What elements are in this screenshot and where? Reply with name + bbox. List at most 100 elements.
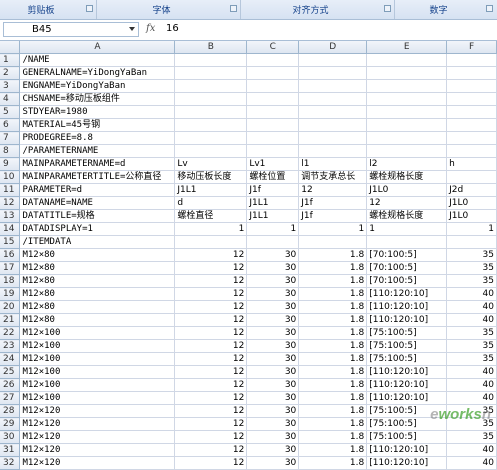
row-header[interactable]: 14 (0, 222, 21, 236)
cell-d[interactable] (298, 144, 368, 158)
cell-a[interactable]: M12×100 (19, 352, 176, 366)
cell-f[interactable]: 35 (446, 339, 497, 353)
cell-b[interactable]: 12 (174, 352, 248, 366)
row-header[interactable]: 28 (0, 404, 21, 418)
row-header[interactable]: 31 (0, 443, 21, 457)
cell-e[interactable]: [110:120:10] (366, 456, 448, 470)
cell-f[interactable]: 40 (446, 365, 497, 379)
cell-c[interactable] (246, 235, 300, 249)
cell-a[interactable]: M12×100 (19, 339, 176, 353)
cell-e[interactable]: [70:100:5] (366, 248, 448, 262)
column-header-b[interactable]: B (174, 41, 248, 54)
row-header[interactable]: 4 (0, 92, 21, 106)
cell-f[interactable] (446, 170, 497, 184)
cell-f[interactable] (446, 79, 497, 93)
cell-c[interactable]: 30 (246, 287, 300, 301)
row-header[interactable]: 22 (0, 326, 21, 340)
cell-e[interactable]: 螺栓规格长度 (366, 170, 448, 184)
cell-f[interactable] (446, 66, 497, 80)
formula-input[interactable]: 16 (166, 23, 179, 34)
cell-a[interactable]: M12×80 (19, 248, 176, 262)
row-header[interactable]: 5 (0, 105, 21, 119)
cell-c[interactable] (246, 53, 300, 67)
cell-d[interactable]: 1.8 (298, 456, 368, 470)
cell-d[interactable]: 1.8 (298, 365, 368, 379)
row-header[interactable]: 25 (0, 365, 21, 379)
cell-d[interactable]: J1f (298, 196, 368, 210)
cell-a[interactable]: M12×100 (19, 391, 176, 405)
cell-d[interactable]: 1.8 (298, 443, 368, 457)
cell-c[interactable]: 30 (246, 391, 300, 405)
cell-c[interactable]: J1f (246, 183, 300, 197)
cell-b[interactable]: 12 (174, 404, 248, 418)
cell-c[interactable] (246, 131, 300, 145)
cell-f[interactable]: 40 (446, 287, 497, 301)
cell-b[interactable] (174, 118, 248, 132)
cell-a[interactable]: GENERALNAME=YiDongYaBan (19, 66, 176, 80)
cell-f[interactable]: J1L0 (446, 209, 497, 223)
cell-d[interactable] (298, 131, 368, 145)
cell-d[interactable]: 1 (298, 222, 368, 236)
name-box[interactable]: B45 (3, 22, 139, 37)
cell-d[interactable] (298, 235, 368, 249)
ribbon-group-font[interactable]: 字体 (97, 0, 241, 19)
cell-e[interactable] (366, 131, 448, 145)
cell-a[interactable]: M12×80 (19, 261, 176, 275)
cell-a[interactable]: M12×120 (19, 430, 176, 444)
cell-f[interactable]: 40 (446, 391, 497, 405)
cell-a[interactable]: M12×120 (19, 404, 176, 418)
function-icon[interactable]: fx (146, 23, 155, 34)
cell-b[interactable] (174, 66, 248, 80)
cell-b[interactable]: 螺栓直径 (174, 209, 248, 223)
cell-b[interactable]: 12 (174, 456, 248, 470)
cell-b[interactable]: 12 (174, 261, 248, 275)
column-header-a[interactable]: A (19, 41, 176, 54)
cell-d[interactable]: 1.8 (298, 417, 368, 431)
cell-b[interactable]: 12 (174, 248, 248, 262)
cell-f[interactable]: 40 (446, 456, 497, 470)
cell-b[interactable] (174, 235, 248, 249)
cell-e[interactable]: [110:120:10] (366, 443, 448, 457)
cell-e[interactable] (366, 79, 448, 93)
cell-e[interactable]: J1L0 (366, 183, 448, 197)
cell-f[interactable]: 35 (446, 261, 497, 275)
cell-f[interactable] (446, 235, 497, 249)
cell-c[interactable]: 30 (246, 404, 300, 418)
cell-d[interactable]: 1.8 (298, 300, 368, 314)
cell-a[interactable]: PRODEGREE=8.8 (19, 131, 176, 145)
cell-c[interactable]: 30 (246, 300, 300, 314)
cell-d[interactable]: 1.8 (298, 391, 368, 405)
cell-f[interactable]: 35 (446, 352, 497, 366)
row-header[interactable]: 21 (0, 313, 21, 327)
cell-c[interactable]: 30 (246, 313, 300, 327)
cell-c[interactable]: 30 (246, 378, 300, 392)
row-header[interactable]: 26 (0, 378, 21, 392)
cell-e[interactable]: l2 (366, 157, 448, 171)
cell-b[interactable]: 12 (174, 339, 248, 353)
cell-a[interactable]: M12×80 (19, 313, 176, 327)
ribbon-group-number[interactable]: 数字 (395, 0, 496, 19)
cell-a[interactable]: M12×80 (19, 274, 176, 288)
cell-f[interactable]: 40 (446, 378, 497, 392)
cell-a[interactable]: STDYEAR=1980 (19, 105, 176, 119)
select-all-corner[interactable] (0, 41, 21, 54)
cell-a[interactable]: PARAMETER=d (19, 183, 176, 197)
dialog-launcher-icon[interactable] (486, 5, 493, 12)
column-header-c[interactable]: C (246, 41, 300, 54)
cell-c[interactable]: 30 (246, 417, 300, 431)
cell-a[interactable]: M12×120 (19, 443, 176, 457)
cell-b[interactable] (174, 53, 248, 67)
column-header-f[interactable]: F (446, 41, 497, 54)
cell-b[interactable]: 12 (174, 365, 248, 379)
cell-c[interactable] (246, 118, 300, 132)
cell-d[interactable] (298, 92, 368, 106)
cell-a[interactable]: /NAME (19, 53, 176, 67)
cell-a[interactable]: MAINPARAMETERTITLE=公称直径 (19, 170, 176, 184)
row-header[interactable]: 30 (0, 430, 21, 444)
row-header[interactable]: 23 (0, 339, 21, 353)
cell-f[interactable] (446, 105, 497, 119)
row-header[interactable]: 7 (0, 131, 21, 145)
cell-b[interactable]: 12 (174, 430, 248, 444)
cell-f[interactable]: 35 (446, 248, 497, 262)
cell-f[interactable]: 40 (446, 443, 497, 457)
